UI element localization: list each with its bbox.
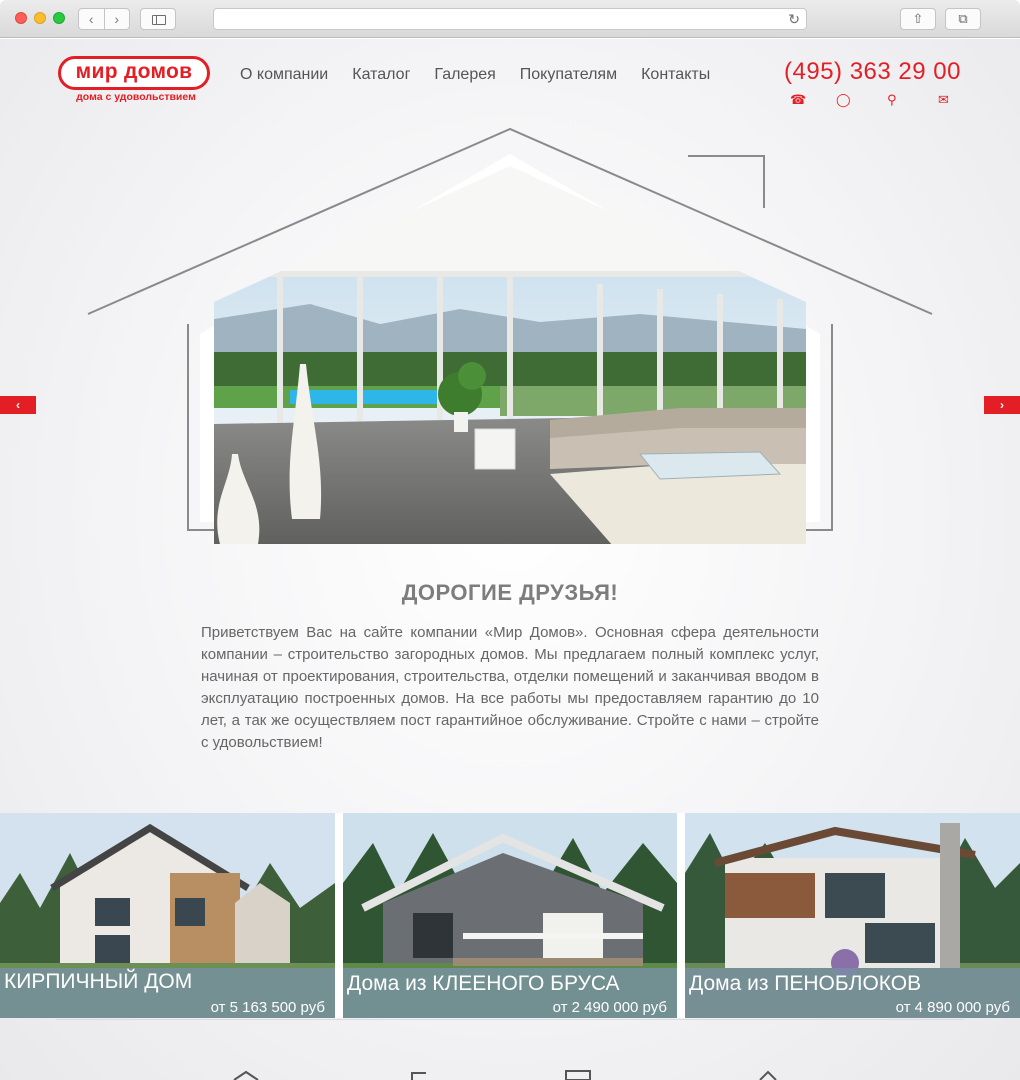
section-divider bbox=[56, 1019, 964, 1020]
browser-window: ‹ › ↻ ⇧ ⧉ мир домов дома с удовольствием… bbox=[0, 0, 1020, 1080]
search-icon[interactable]: ⚲ bbox=[887, 92, 897, 108]
chat-icon[interactable]: ◯ bbox=[836, 92, 851, 108]
welcome-heading: ДОРОГИЕ ДРУЗЬЯ! bbox=[401, 580, 619, 605]
nav-item-buyers[interactable]: Покупателям bbox=[520, 66, 617, 84]
zoom-window-button[interactable] bbox=[53, 12, 65, 24]
web-page: мир домов дома с удовольствием О компани… bbox=[0, 39, 1020, 1080]
slider-prev-button[interactable]: ‹ bbox=[0, 396, 36, 414]
share-icon: ⇧ bbox=[912, 11, 924, 26]
logo-name: мир домов bbox=[75, 60, 193, 83]
sidebar-toggle-button[interactable] bbox=[140, 8, 176, 30]
sidebar-icon bbox=[152, 15, 166, 25]
slider-next-button[interactable]: › bbox=[984, 396, 1020, 414]
nav-item-gallery[interactable]: Галерея bbox=[434, 66, 495, 84]
tabs-button[interactable]: ⧉ bbox=[945, 8, 981, 30]
card-title: Дома из ПЕНОБЛОКОВ bbox=[689, 972, 922, 995]
feature-icons-row bbox=[233, 1070, 777, 1080]
nav-item-about[interactable]: О компании bbox=[240, 66, 328, 84]
browser-toolbar: ‹ › ↻ ⇧ ⧉ bbox=[0, 0, 1020, 38]
main-nav: О компании Каталог Галерея Покупателям К… bbox=[240, 66, 734, 84]
card-title: Дома из КЛЕЕНОГО БРУСА bbox=[347, 972, 620, 995]
back-button[interactable]: ‹ bbox=[79, 9, 105, 29]
tabs-icon: ⧉ bbox=[958, 11, 968, 26]
catalog-cards: КИРПИЧНЫЙ ДОМ от 5 163 500 руб Дома из К… bbox=[0, 813, 1020, 1018]
nav-item-contacts[interactable]: Контакты bbox=[641, 66, 710, 84]
hero-slide bbox=[87, 127, 933, 544]
close-window-button[interactable] bbox=[15, 12, 27, 24]
card-price: от 5 163 500 руб bbox=[210, 999, 325, 1016]
nav-item-catalog[interactable]: Каталог bbox=[352, 66, 410, 84]
welcome-text: Приветствуем Вас на сайте компании «Мир … bbox=[201, 624, 819, 751]
card-title: КИРПИЧНЫЙ ДОМ bbox=[4, 970, 193, 993]
forward-button[interactable]: › bbox=[105, 9, 130, 29]
card-price: от 4 890 000 руб bbox=[895, 999, 1010, 1016]
history-navigation: ‹ › bbox=[78, 8, 130, 30]
minimize-window-button[interactable] bbox=[34, 12, 46, 24]
reload-icon[interactable]: ↻ bbox=[788, 11, 800, 28]
mail-icon[interactable]: ✉ bbox=[938, 92, 949, 108]
share-button[interactable]: ⇧ bbox=[900, 8, 936, 30]
logo-tagline: дома с удовольствием bbox=[76, 91, 196, 103]
card-price: от 2 490 000 руб bbox=[552, 999, 667, 1016]
site-logo[interactable]: мир домов дома с удовольствием bbox=[58, 56, 210, 106]
house-icon bbox=[233, 1070, 259, 1080]
catalog-card-foam-block[interactable]: Дома из ПЕНОБЛОКОВ от 4 890 000 руб bbox=[685, 813, 1020, 1018]
catalog-card-glued-beam[interactable]: Дома из КЛЕЕНОГО БРУСА от 2 490 000 руб bbox=[343, 813, 677, 1018]
chevron-left-icon: ‹ bbox=[16, 398, 20, 412]
document-icon bbox=[411, 1072, 426, 1080]
tools-icon bbox=[759, 1070, 777, 1080]
header-icons: ☎ ◯ ⚲ ✉ bbox=[786, 92, 966, 108]
phone-number[interactable]: (495) 363 29 00 bbox=[784, 58, 961, 86]
phone-callback-icon[interactable]: ☎ bbox=[790, 92, 806, 108]
address-bar[interactable]: ↻ bbox=[213, 8, 807, 30]
clipboard-icon bbox=[565, 1070, 591, 1080]
chevron-right-icon: › bbox=[1000, 398, 1004, 412]
catalog-card-brick[interactable]: КИРПИЧНЫЙ ДОМ от 5 163 500 руб bbox=[0, 813, 335, 1018]
